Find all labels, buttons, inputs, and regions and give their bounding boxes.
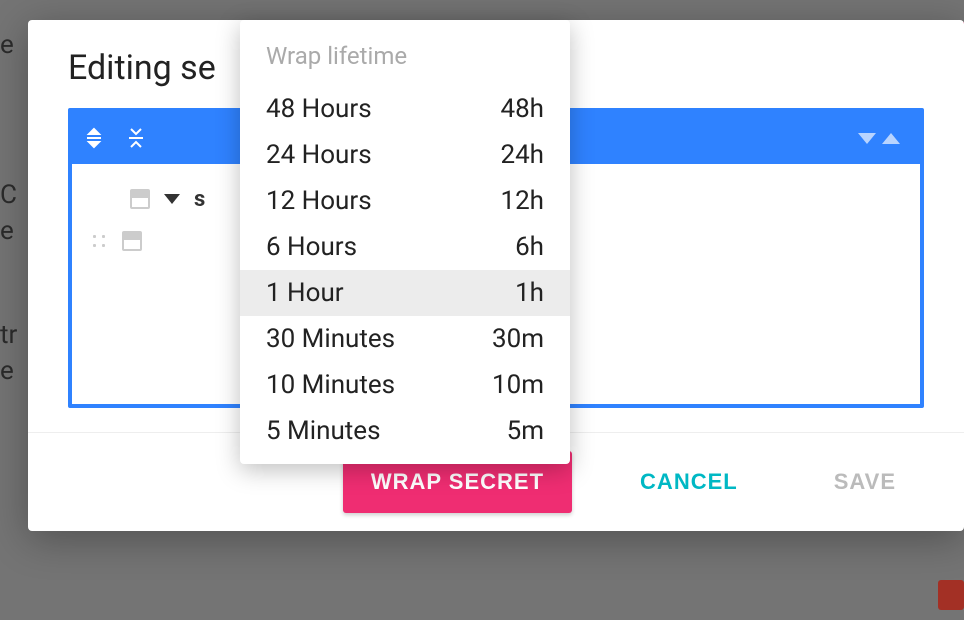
dropdown-item-short: 48h: [500, 94, 544, 124]
object-icon: [122, 231, 142, 251]
triangle-down-icon: [858, 133, 876, 144]
dropdown-item-short: 10m: [492, 370, 544, 400]
dropdown-item[interactable]: 48 Hours 48h: [240, 86, 570, 132]
dropdown-item-label: 30 Minutes: [266, 324, 395, 354]
dropdown-item[interactable]: 30 Minutes 30m: [240, 316, 570, 362]
dropdown-item-label: 5 Minutes: [266, 416, 381, 446]
dropdown-item[interactable]: 5 Minutes 5m: [240, 408, 570, 454]
dropdown-item-short: 5m: [507, 416, 544, 446]
dropdown-item-short: 6h: [515, 232, 544, 262]
save-button[interactable]: SAVE: [806, 451, 924, 513]
expand-all-icon[interactable]: [82, 126, 106, 150]
chevron-down-icon[interactable]: [164, 194, 180, 204]
cancel-button[interactable]: CANCEL: [612, 451, 766, 513]
object-icon: [130, 189, 150, 209]
dropdown-item[interactable]: 6 Hours 6h: [240, 224, 570, 270]
bg-text: e: [0, 216, 14, 246]
dropdown-item-label: 1 Hour: [266, 278, 344, 308]
dropdown-header: Wrap lifetime: [240, 20, 570, 86]
bg-delete-hint: [938, 580, 964, 610]
dropdown-item-short: 1h: [515, 278, 544, 308]
dropdown-item-label: 10 Minutes: [266, 370, 395, 400]
dropdown-item-short: 30m: [492, 324, 544, 354]
wrap-lifetime-dropdown[interactable]: Wrap lifetime 48 Hours 48h 24 Hours 24h 12 H…: [240, 20, 570, 464]
dropdown-item[interactable]: 10 Minutes 10m: [240, 362, 570, 408]
dropdown-item[interactable]: 12 Hours 12h: [240, 178, 570, 224]
dropdown-item[interactable]: 24 Hours 24h: [240, 132, 570, 178]
dropdown-item-label: 6 Hours: [266, 232, 357, 262]
dropdown-list: 48 Hours 48h 24 Hours 24h 12 Hours 12h 6 Hours…: [240, 86, 570, 454]
sort-toggle[interactable]: [858, 133, 910, 144]
collapse-all-icon[interactable]: [124, 126, 148, 150]
triangle-up-icon: [882, 133, 900, 144]
dropdown-item-short: 12h: [500, 186, 544, 216]
bg-text: e: [0, 30, 14, 60]
drag-handle-icon[interactable]: [90, 232, 108, 250]
dropdown-item-label: 48 Hours: [266, 94, 372, 124]
dropdown-item-short: 24h: [500, 140, 544, 170]
editor-row-key: s: [194, 187, 206, 212]
bg-text: C: [0, 180, 17, 210]
dropdown-item-label: 24 Hours: [266, 140, 372, 170]
dropdown-item[interactable]: 1 Hour 1h: [240, 270, 570, 316]
dropdown-item-label: 12 Hours: [266, 186, 372, 216]
bg-text: tr: [0, 320, 17, 350]
bg-text: e: [0, 356, 14, 386]
